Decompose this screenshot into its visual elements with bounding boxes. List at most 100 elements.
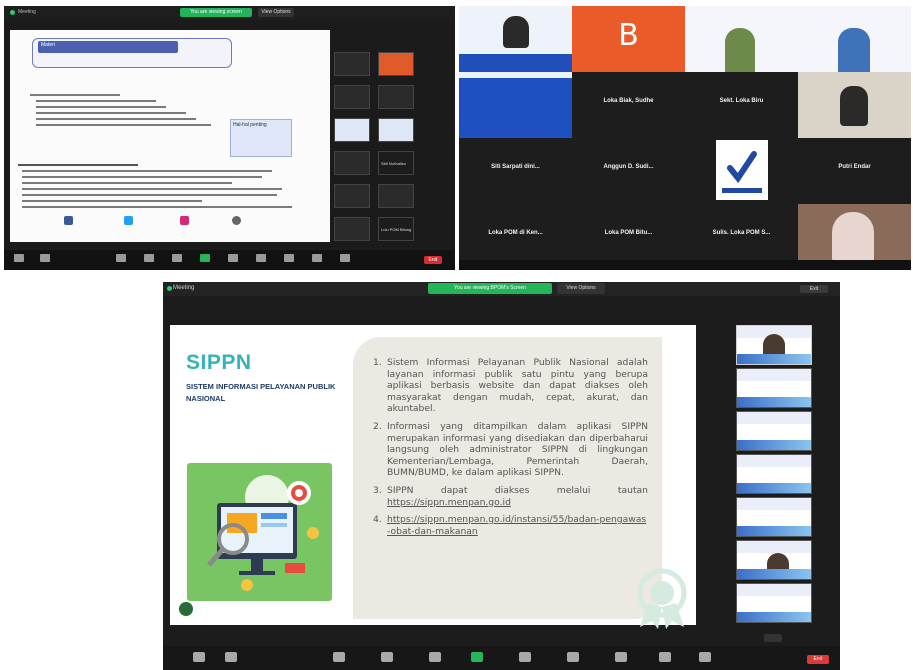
screenshot-gallery-view: B Loka Biak, Sudhe Sekt. Loka Biru Siti … <box>459 6 911 270</box>
slide-content-box: 1. Sistem Informasi Pelayanan Publik Nas… <box>353 337 662 619</box>
slide-text-line <box>22 182 232 184</box>
video-icon[interactable] <box>40 254 50 262</box>
participant-tile[interactable] <box>736 583 812 623</box>
website-illustration <box>187 463 332 601</box>
participant-tile[interactable] <box>685 138 798 204</box>
slide-banner <box>459 54 572 72</box>
participant-tile[interactable] <box>736 325 812 365</box>
view-options-button[interactable]: View Options <box>557 283 605 294</box>
participant-tile[interactable] <box>378 184 414 208</box>
participant-name: Loka POM di Ken... <box>488 230 543 236</box>
participant-tile[interactable]: Lulu POM Bitung <box>378 217 414 241</box>
participant-tile[interactable] <box>798 72 911 138</box>
participant-tile[interactable] <box>459 72 572 138</box>
participant-tile[interactable] <box>736 411 812 451</box>
end-meeting-button[interactable]: End <box>424 256 442 264</box>
web-icon <box>232 216 241 225</box>
participant-tile[interactable] <box>334 217 370 241</box>
participant-tile[interactable] <box>736 497 812 537</box>
slide-options-button[interactable] <box>179 602 193 616</box>
award-badge-icon <box>634 567 690 634</box>
record-icon[interactable] <box>567 652 579 662</box>
participant-tile[interactable] <box>685 6 798 72</box>
participant-tile[interactable] <box>378 52 414 76</box>
sippn-link[interactable]: https://sippn.menpan.go.id <box>387 497 511 508</box>
participant-tile[interactable] <box>334 52 370 76</box>
participant-tile[interactable] <box>459 6 572 72</box>
participant-name: Loka POM Bitu... <box>604 230 653 236</box>
mute-icon[interactable] <box>14 254 24 262</box>
participant-tile[interactable] <box>798 6 911 72</box>
apps-icon[interactable] <box>659 652 671 662</box>
meeting-label: Meeting <box>173 285 195 291</box>
slide-text-line <box>22 194 277 196</box>
security-button-icon[interactable] <box>333 652 345 662</box>
record-icon[interactable] <box>256 254 266 262</box>
participant-tile[interactable]: Loka Biak, Sudhe <box>572 72 685 138</box>
participant-tile[interactable]: Sekt. Loka Biru <box>685 72 798 138</box>
participant-video <box>838 28 870 72</box>
list-number: 1. <box>373 357 382 368</box>
zoom-control-bar <box>163 646 840 670</box>
participant-tile[interactable] <box>334 85 370 109</box>
more-icon[interactable] <box>340 254 350 262</box>
reactions-icon[interactable] <box>284 254 294 262</box>
reactions-icon[interactable] <box>615 652 627 662</box>
participant-tile[interactable]: Siti Sarpati dini... <box>459 138 572 204</box>
participant-tile[interactable] <box>736 540 812 580</box>
avatar-initial: B <box>618 18 639 53</box>
participant-tile[interactable] <box>334 151 370 175</box>
participant-strip: Sitti Nurhaliza Lulu POM Bitung <box>334 52 454 242</box>
more-icon[interactable] <box>699 652 711 662</box>
participant-tile[interactable] <box>736 368 812 408</box>
slide-banner <box>459 72 572 78</box>
share-screen-icon[interactable] <box>471 652 483 662</box>
participant-tile[interactable]: Anggun D. Sudi... <box>572 138 685 204</box>
participant-name: Sulis. Loka POM S... <box>712 230 771 236</box>
participant-tile[interactable] <box>334 118 370 142</box>
list-number: 3. <box>373 484 382 496</box>
chat-icon[interactable] <box>172 254 182 262</box>
exit-fullscreen-button[interactable]: Exit <box>800 285 828 293</box>
video-icon[interactable] <box>225 652 237 662</box>
end-meeting-button[interactable]: End <box>807 655 829 664</box>
list-item: 4. https://sippn.menpan.go.id/instansi/5… <box>373 514 648 537</box>
security-icon <box>10 10 15 15</box>
participant-tile[interactable]: Putri Endar <box>798 138 911 204</box>
participant-name: Siti Sarpati dini... <box>491 164 540 170</box>
slide-text-line <box>22 170 272 172</box>
slide-text-line <box>22 206 292 208</box>
meeting-label: Meeting <box>18 9 36 15</box>
participants-icon[interactable] <box>381 652 393 662</box>
participant-tile[interactable] <box>334 184 370 208</box>
slide-list: 1. Sistem Informasi Pelayanan Publik Nas… <box>373 357 648 537</box>
share-status-chip[interactable]: You are viewing BPOM's Screen <box>428 283 552 294</box>
participant-tile[interactable]: Sitti Nurhaliza <box>378 151 414 175</box>
participant-name: Anggun D. Sudi... <box>603 164 654 170</box>
gallery-scroll-button[interactable] <box>764 634 782 642</box>
participants-icon[interactable] <box>144 254 154 262</box>
slide-text-line <box>36 106 166 108</box>
sippn-instansi-link[interactable]: https://sippn.menpan.go.id/instansi/55/b… <box>387 514 646 537</box>
slide-text-line <box>36 100 156 102</box>
mute-icon[interactable] <box>193 652 205 662</box>
apps-icon[interactable] <box>312 254 322 262</box>
share-status-chip[interactable]: You are viewing screen <box>180 8 252 17</box>
list-text: SIPPN dapat diakses melalui tautan <box>387 484 648 496</box>
participant-tile[interactable]: B <box>572 6 685 72</box>
chat-icon[interactable] <box>429 652 441 662</box>
screenshot-shared-slide-small: Meeting You are viewing screen View Opti… <box>4 6 455 270</box>
security-button-icon[interactable] <box>116 254 126 262</box>
participant-tile[interactable] <box>378 118 414 142</box>
participant-name: Sekt. Loka Biru <box>719 98 764 104</box>
participant-tile[interactable] <box>736 454 812 494</box>
list-text: Sistem Informasi Pelayanan Publik Nasion… <box>387 357 648 415</box>
participant-name: Lulu POM Bitung <box>381 227 412 232</box>
slide-subtitle: SISTEM INFORMASI PELAYANAN PUBLIK NASION… <box>186 382 336 403</box>
slide-text-line <box>22 176 262 178</box>
polls-icon[interactable] <box>519 652 531 662</box>
view-options-button[interactable]: View Options <box>258 8 294 17</box>
polls-icon[interactable] <box>228 254 238 262</box>
participant-tile[interactable] <box>378 85 414 109</box>
share-screen-icon[interactable] <box>200 254 210 262</box>
